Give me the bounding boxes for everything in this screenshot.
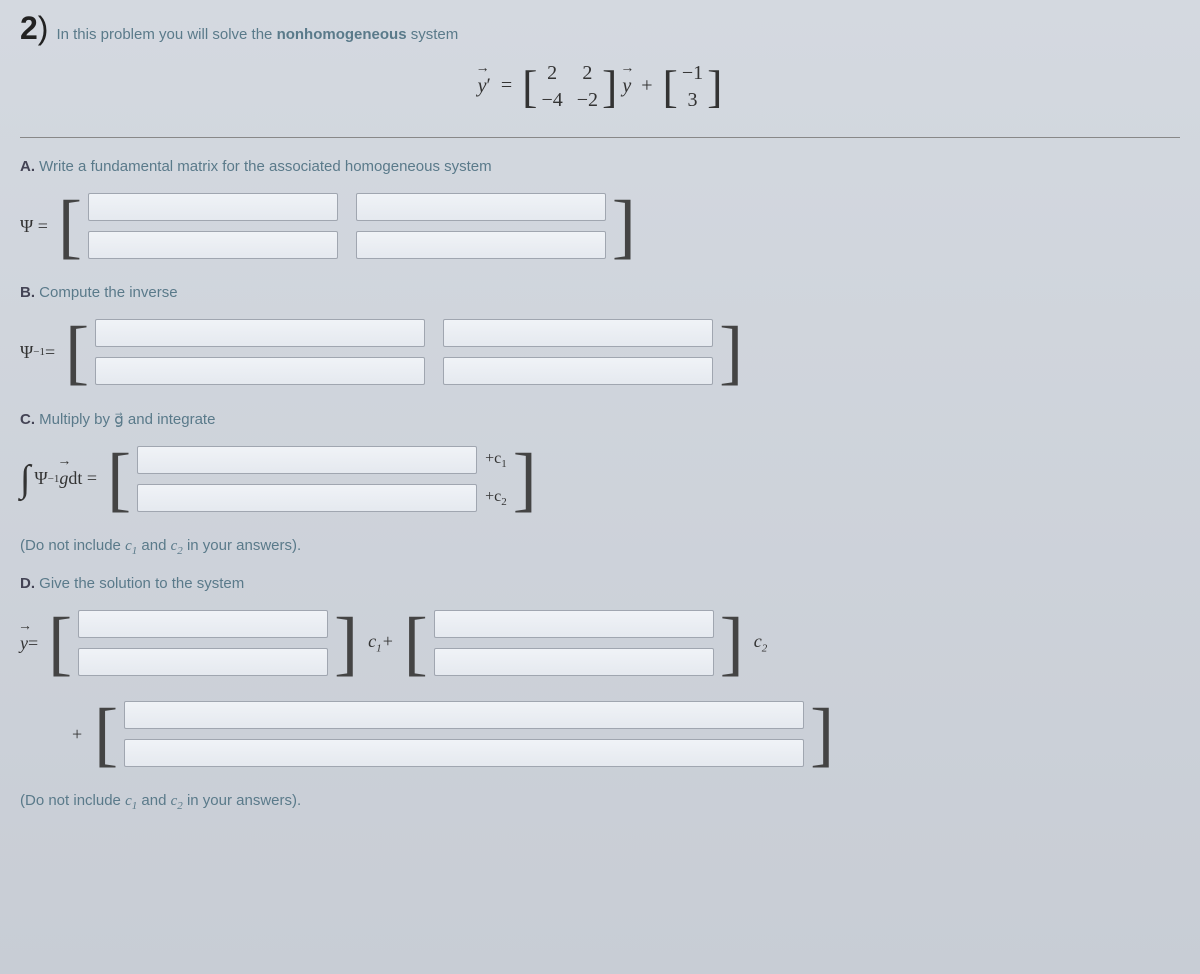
psiinv-input-12[interactable] <box>443 319 713 347</box>
right-bracket-icon-3: ] <box>810 707 834 761</box>
number-paren: ) <box>38 10 49 46</box>
y-equals: y = <box>20 633 38 654</box>
d1-input-1[interactable] <box>78 610 328 638</box>
part-b-label: B. Compute the inverse <box>20 284 1180 301</box>
number-digit: 2 <box>20 10 38 46</box>
a11: 2 <box>541 62 562 85</box>
right-bracket-icon: ] <box>334 616 358 670</box>
left-bracket-icon: [ <box>107 452 131 506</box>
d-particular-inputs <box>124 701 804 767</box>
plus-particular: + <box>72 724 82 745</box>
int-input-1[interactable] <box>137 446 477 474</box>
g1: −1 <box>682 62 703 85</box>
psi-matrix-inputs <box>88 193 606 259</box>
system-equation: y′ = [ 2 2 −4 −2 ] y + [ −1 3 ] <box>20 62 1180 112</box>
plus-c2: +c2 <box>485 488 507 508</box>
right-bracket-icon-2: ] <box>720 616 744 670</box>
psi-inv-equals: Ψ−1 = <box>20 342 55 363</box>
int-input-2[interactable] <box>137 484 477 512</box>
intro-text: In this problem you will solve the nonho… <box>56 26 458 43</box>
d1-input-2[interactable] <box>78 648 328 676</box>
matrix-A: [ 2 2 −4 −2 ] <box>522 62 617 112</box>
a21: −4 <box>541 89 562 112</box>
problem-number: 2) <box>20 10 48 47</box>
psi-equals: Ψ = <box>20 216 48 237</box>
integral-lhs: ∫ Ψ−1 g dt = <box>20 468 97 491</box>
divider <box>20 137 1180 138</box>
integral-icon: ∫ <box>20 468 30 491</box>
part-a: A. Write a fundamental matrix for the as… <box>20 158 1180 259</box>
intro-bold: nonhomogeneous <box>277 26 407 43</box>
left-bracket-icon-3: [ <box>94 707 118 761</box>
a12: 2 <box>577 62 598 85</box>
left-bracket-icon: [ <box>58 199 82 253</box>
integral-inputs: +c1 +c2 <box>137 446 507 512</box>
dp-input-1[interactable] <box>124 701 804 729</box>
left-bracket-icon: [ <box>48 616 72 670</box>
psi-input-11[interactable] <box>88 193 338 221</box>
part-c-note: (Do not include c1 and c2 in your answer… <box>20 537 1180 557</box>
d2-input-2[interactable] <box>434 648 714 676</box>
d-vec2-inputs <box>434 610 714 676</box>
y-vector-2: y <box>622 75 631 98</box>
plus: + <box>641 75 652 97</box>
left-bracket-icon: [ <box>65 325 89 379</box>
prime: ′ <box>486 75 490 97</box>
part-d-note: (Do not include c1 and c2 in your answer… <box>20 792 1180 812</box>
c2-trail: c2 <box>754 631 768 655</box>
psiinv-input-21[interactable] <box>95 357 425 385</box>
right-bracket-icon: ] <box>513 452 537 506</box>
psi-input-12[interactable] <box>356 193 606 221</box>
right-bracket-icon: ] <box>719 325 743 379</box>
psi-input-21[interactable] <box>88 231 338 259</box>
part-a-label: A. Write a fundamental matrix for the as… <box>20 158 1180 175</box>
part-d-answer-line1: y = [ ] c1+ [ ] c2 <box>20 610 1180 676</box>
problem-header: 2) In this problem you will solve the no… <box>20 10 1180 47</box>
vector-g: [ −1 3 ] <box>663 62 723 112</box>
psiinv-input-11[interactable] <box>95 319 425 347</box>
part-b-answer: Ψ−1 = [ ] <box>20 319 1180 385</box>
equals: = <box>501 75 512 97</box>
d2-input-1[interactable] <box>434 610 714 638</box>
part-c: C. Multiply by g⃗ and integrate ∫ Ψ−1 g … <box>20 410 1180 557</box>
psi-inv-matrix-inputs <box>95 319 713 385</box>
psi-input-22[interactable] <box>356 231 606 259</box>
y-vector: y <box>478 75 487 98</box>
part-d: D. Give the solution to the system y = [… <box>20 575 1180 812</box>
part-a-answer: Ψ = [ ] <box>20 193 1180 259</box>
right-bracket-icon: ] <box>612 199 636 253</box>
left-bracket-icon-2: [ <box>404 616 428 670</box>
psiinv-input-22[interactable] <box>443 357 713 385</box>
part-d-label: D. Give the solution to the system <box>20 575 1180 592</box>
intro-suffix: system <box>407 26 459 43</box>
a22: −2 <box>577 89 598 112</box>
intro-prefix: In this problem you will solve the <box>56 26 276 43</box>
part-c-label: C. Multiply by g⃗ and integrate <box>20 410 1180 428</box>
part-b: B. Compute the inverse Ψ−1 = [ ] <box>20 284 1180 385</box>
plus-c1: +c1 <box>485 450 507 470</box>
c1-plus: c1+ <box>368 631 394 655</box>
g2: 3 <box>682 89 703 112</box>
part-d-answer-line2: + [ ] <box>60 701 1180 767</box>
d-vec1-inputs <box>78 610 328 676</box>
part-c-answer: ∫ Ψ−1 g dt = [ +c1 +c2 ] <box>20 446 1180 512</box>
dp-input-2[interactable] <box>124 739 804 767</box>
